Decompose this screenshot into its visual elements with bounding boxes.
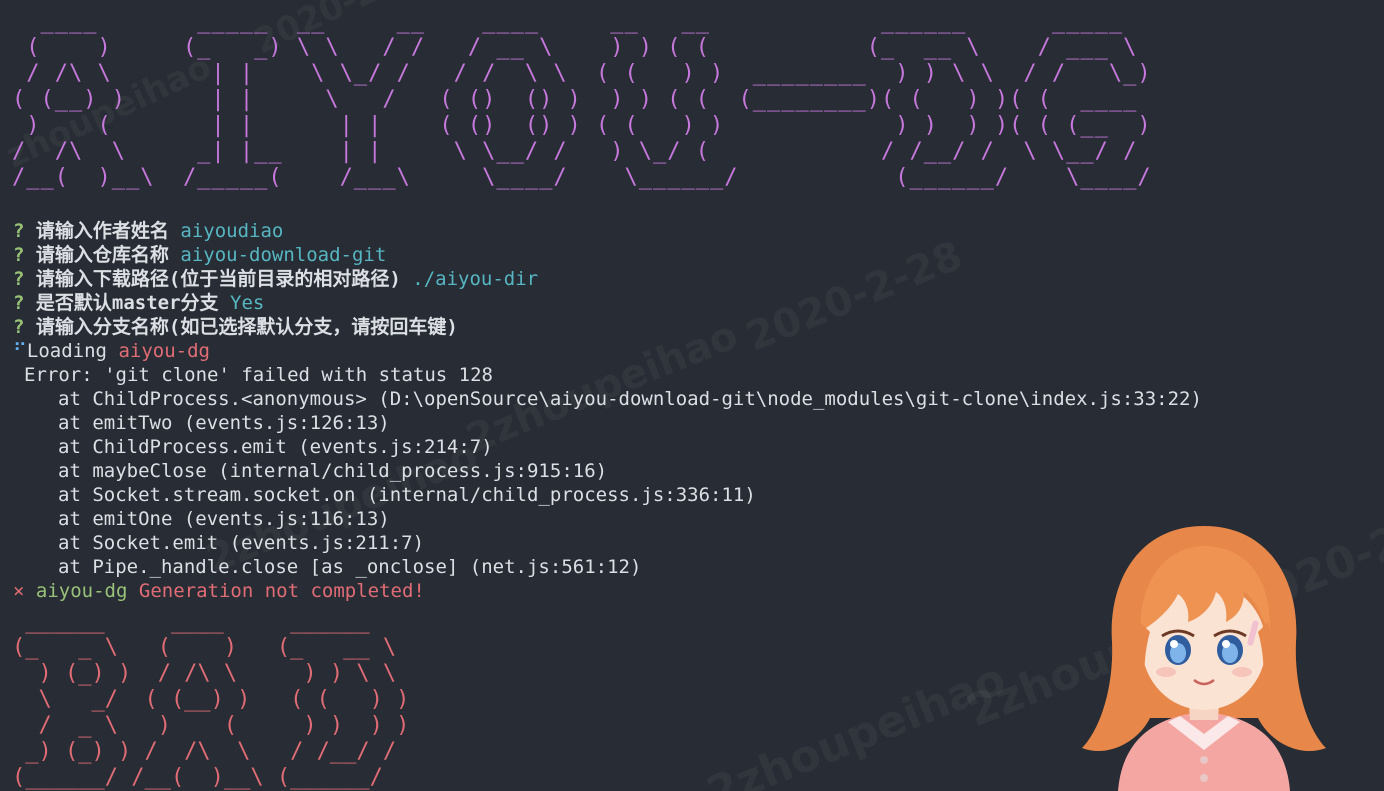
question-mark-icon: ? [13,268,25,290]
loading-line: ⠋Loading aiyou-dg [13,339,1374,363]
prompt-line-branch: ? 请输入分支名称(如已选择默认分支，请按回车键) [13,315,1374,339]
question-mark-icon: ? [13,316,25,338]
stack-frame: at emitTwo (events.js:126:13) [58,412,390,434]
prompt-answer: aiyoudiao [180,220,284,242]
question-mark-icon: ? [13,292,25,314]
error-message: Error: 'git clone' failed with status 12… [24,364,493,386]
prompt-answer: ./aiyou-dir [412,268,539,290]
cli-name: aiyou-dg [35,580,128,602]
stack-frame: at ChildProcess.<anonymous> (D:\openSour… [58,388,1202,410]
ascii-bad: ______ ____ ______ (_ _ \ ( ) (_ __ \ ) … [12,609,410,790]
prompt-question: 请输入仓库名称 [35,244,169,266]
prompt-line-path: ? 请输入下载路径(位于当前目录的相对路径) ./aiyou-dir [13,267,1374,291]
prompt-line-master: ? 是否默认master分支 Yes [13,291,1374,315]
prompt-question: 请输入下载路径(位于当前目录的相对路径) [35,268,401,290]
stack-frame: at Socket.stream.socket.on (internal/chi… [58,484,756,506]
prompt-question: 请输入作者姓名 [35,220,169,242]
cross-icon: × [13,580,25,602]
loading-target: aiyou-dg [118,340,210,362]
spinner-icon: ⠋ [13,340,27,362]
prompt-line-author: ? 请输入作者姓名 aiyoudiao [13,219,1374,243]
loading-label: Loading [26,340,107,362]
failure-message: Generation not completed! [138,580,425,602]
question-mark-icon: ? [13,244,25,266]
question-mark-icon: ? [13,220,25,242]
prompt-question: 请输入分支名称(如已选择默认分支，请按回车键) [35,316,458,338]
terminal-window[interactable]: 2020-2 zhoupeihao 2020-2-28 2zhoupeihao … [0,0,1384,791]
stack-frame: at ChildProcess.emit (events.js:214:7) [58,436,493,458]
prompt-line-repo: ? 请输入仓库名称 aiyou-download-git [13,243,1374,267]
prompt-question: 是否默认master分支 [35,292,219,314]
prompt-answer: aiyou-download-git [180,244,387,266]
prompt-answer: Yes [230,292,265,314]
anime-mascot-image [1082,526,1326,791]
stack-frame: at maybeClose (internal/child_process.js… [58,460,608,482]
watermark-handle: 2zhoupeihao [700,653,1013,791]
ascii-banner-aiyou-dg: ____ _____ __ __ ____ __ __ ______ _____… [12,9,1152,190]
